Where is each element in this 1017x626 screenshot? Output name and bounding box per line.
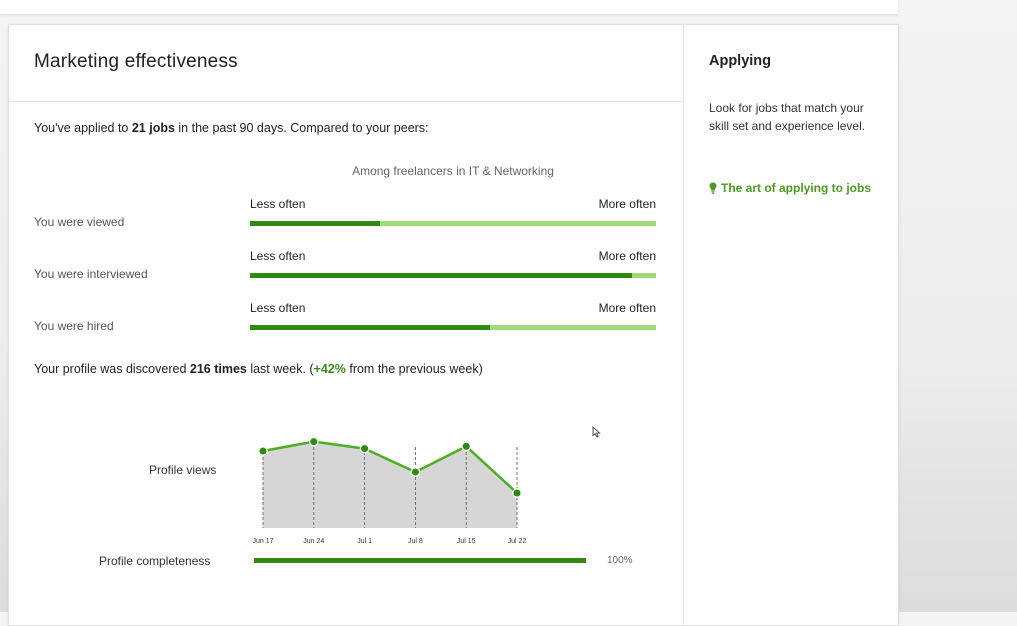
- applied-prefix: You've applied to: [34, 121, 132, 135]
- metric-interviewed: You were interviewed Less often More oft…: [9, 249, 683, 289]
- chart-tick-label: Jul 22: [508, 538, 527, 545]
- metric-viewed: You were viewed Less often More often: [9, 197, 683, 237]
- top-strip: [0, 0, 898, 15]
- profile-views-chart: Jun 17 Jun 24 Jul 1 Jul 8 Jul 15 Jul 22: [252, 436, 527, 545]
- chart-point: [308, 436, 319, 447]
- sidebar-title: Applying: [709, 53, 772, 69]
- marketing-card: Marketing effectiveness You've applied t…: [8, 24, 899, 626]
- lightbulb-icon: [709, 182, 717, 194]
- comparison-bar: [250, 273, 656, 278]
- applied-summary: You've applied to 21 jobs in the past 90…: [34, 121, 429, 135]
- discovered-prefix: Your profile was discovered: [34, 362, 190, 376]
- metric-hired: You were hired Less often More often: [9, 301, 683, 341]
- discovered-summary: Your profile was discovered 216 times la…: [34, 362, 483, 376]
- chart-tick-label: Jun 17: [252, 538, 273, 545]
- less-often-label: Less often: [250, 197, 306, 211]
- comparison-bar-fill: [250, 273, 632, 278]
- metric-label: You were interviewed: [34, 267, 148, 281]
- profile-completeness-fill: [254, 558, 586, 563]
- comparison-bar: [250, 221, 656, 226]
- page-title: Marketing effectiveness: [34, 51, 238, 72]
- chart-point: [512, 488, 522, 498]
- comparison-bar-fill: [250, 221, 380, 226]
- chart-tick-label: Jul 8: [408, 538, 423, 545]
- more-often-label: More often: [598, 301, 656, 315]
- profile-completeness-label: Profile completeness: [99, 554, 211, 568]
- discovered-count: 216 times: [189, 362, 247, 376]
- comparison-bar: [250, 325, 656, 330]
- applied-suffix: in the past 90 days. Compared to your pe…: [174, 121, 429, 135]
- percent-change: +42%: [313, 362, 346, 376]
- sidebar-description: Look for jobs that match your skill set …: [709, 101, 866, 133]
- discovered-suffix: from the previous week): [345, 362, 483, 376]
- main-panel: Marketing effectiveness You've applied t…: [9, 25, 683, 625]
- discovered-middle: last week. (: [246, 362, 314, 376]
- profile-completeness-bar: [254, 558, 586, 563]
- chart-area-fill: [263, 441, 517, 528]
- profile-completeness-value: 100%: [607, 555, 633, 566]
- less-often-label: Less often: [250, 301, 306, 315]
- chart-point: [461, 441, 472, 452]
- peers-caption: Among freelancers in IT & Networking: [352, 164, 554, 178]
- chart-tick-label: Jul 15: [457, 538, 476, 545]
- metric-label: You were hired: [34, 319, 114, 333]
- more-often-label: More often: [598, 197, 656, 211]
- card-header: Marketing effectiveness: [9, 25, 683, 102]
- chart-point: [258, 446, 268, 456]
- less-often-label: Less often: [250, 249, 306, 263]
- art-of-applying-link[interactable]: The art of applying to jobs: [709, 179, 879, 197]
- mouse-cursor-icon: [592, 426, 601, 438]
- profile-views-label: Profile views: [149, 463, 217, 477]
- comparison-bar-fill: [250, 325, 490, 330]
- art-of-applying-link-text: The art of applying to jobs: [721, 181, 871, 195]
- tips-sidebar: Applying Look for jobs that match your s…: [684, 25, 898, 625]
- chart-point: [359, 443, 370, 454]
- metric-label: You were viewed: [34, 215, 125, 229]
- applied-count: 21 jobs: [131, 121, 175, 135]
- chart-point: [410, 467, 421, 477]
- chart-tick-label: Jun 24: [303, 538, 324, 545]
- more-often-label: More often: [598, 249, 656, 263]
- chart-tick-label: Jul 1: [357, 538, 372, 545]
